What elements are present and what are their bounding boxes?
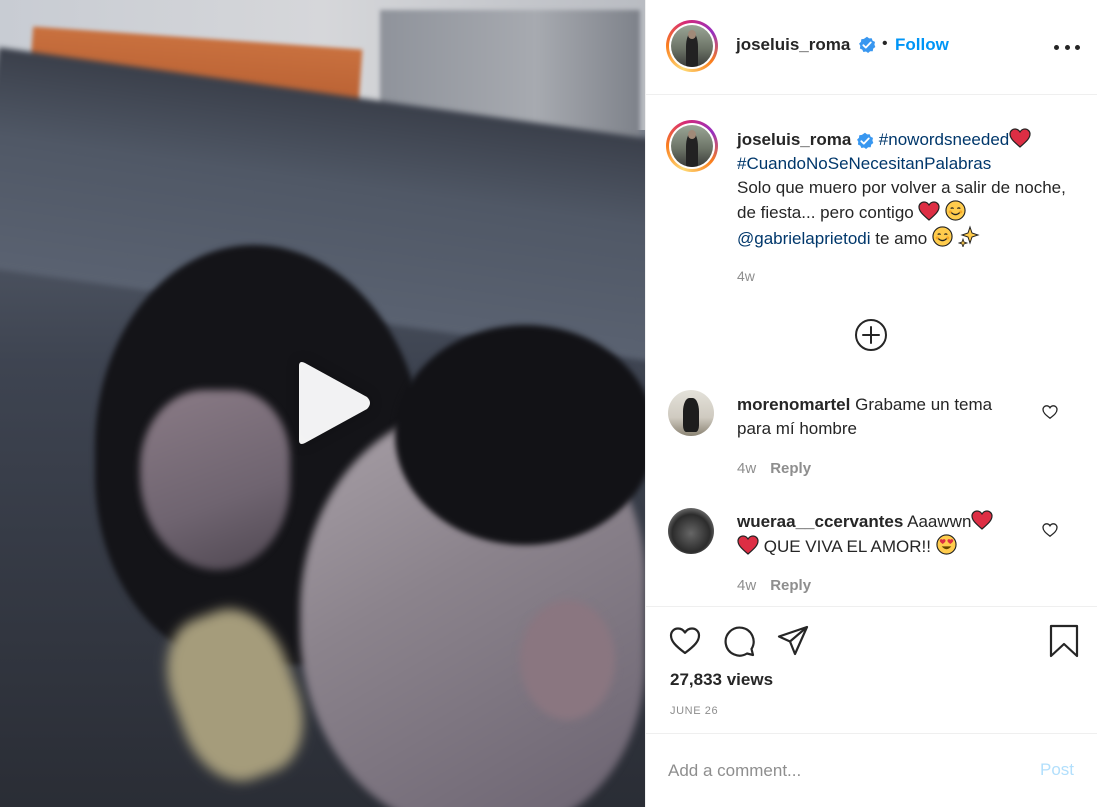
heart-eyes-emoji-icon bbox=[936, 534, 957, 555]
post-date[interactable]: JUNE 26 bbox=[670, 705, 718, 717]
speech-bubble-icon[interactable] bbox=[722, 624, 756, 658]
heart-icon[interactable] bbox=[668, 624, 702, 658]
comment-body: Aaawwn bbox=[907, 512, 972, 531]
follow-button[interactable]: Follow bbox=[895, 35, 949, 55]
caption-text: Solo que muero por volver a salir de noc… bbox=[737, 178, 1066, 222]
post-video[interactable] bbox=[0, 0, 645, 807]
hashtag-link[interactable]: #CuandoNoSeNecesitanPalabras bbox=[737, 154, 991, 173]
video-frame-person bbox=[520, 600, 615, 720]
caption-text: te amo bbox=[875, 229, 928, 248]
paper-plane-icon[interactable] bbox=[776, 624, 810, 658]
verified-badge-icon bbox=[857, 132, 874, 149]
caption-author-avatar[interactable] bbox=[666, 120, 718, 172]
play-button[interactable] bbox=[280, 355, 375, 450]
commenter-username[interactable]: wueraa__ccervantes bbox=[737, 512, 903, 531]
comment-timestamp[interactable]: 4w bbox=[737, 460, 756, 477]
bookmark-icon[interactable] bbox=[1047, 624, 1081, 658]
comment-timestamp[interactable]: 4w bbox=[737, 577, 756, 594]
hashtag-link[interactable]: #nowordsneeded bbox=[879, 130, 1009, 149]
smiling-face-emoji-icon bbox=[945, 200, 966, 221]
post-side-panel: joseluis_roma • Follow joseluis_roma #no… bbox=[645, 0, 1097, 807]
red-heart-emoji-icon bbox=[918, 201, 941, 221]
comment-meta: 4w Reply bbox=[737, 577, 811, 594]
commenter-avatar[interactable] bbox=[668, 508, 714, 554]
add-comment-form: Post bbox=[646, 733, 1097, 807]
comment-text: wueraa__ccervantes Aaawwn QUE VIVA EL AM… bbox=[737, 510, 1027, 559]
mention-link[interactable]: @gabrielaprietodi bbox=[737, 229, 871, 248]
more-options-icon[interactable] bbox=[1054, 36, 1080, 58]
post-header: joseluis_roma • Follow bbox=[646, 0, 1097, 95]
plus-circle-icon[interactable] bbox=[854, 318, 888, 352]
video-frame-person bbox=[395, 325, 645, 545]
comment-input[interactable] bbox=[668, 758, 1008, 784]
separator-dot: • bbox=[882, 35, 888, 52]
post-comment-button[interactable]: Post bbox=[1040, 760, 1074, 780]
post-caption: joseluis_roma #nowordsneeded #CuandoNoSe… bbox=[737, 128, 1067, 251]
view-count[interactable]: 27,833 views bbox=[670, 670, 773, 690]
reply-button[interactable]: Reply bbox=[770, 577, 811, 594]
red-heart-emoji-icon bbox=[971, 510, 994, 530]
author-username[interactable]: joseluis_roma bbox=[736, 35, 850, 55]
smiling-face-emoji-icon bbox=[932, 226, 953, 247]
author-avatar[interactable] bbox=[666, 20, 718, 72]
play-icon bbox=[298, 361, 370, 444]
caption-timestamp[interactable]: 4w bbox=[737, 268, 755, 284]
caption-username[interactable]: joseluis_roma bbox=[737, 130, 851, 149]
verified-badge-icon bbox=[859, 36, 876, 53]
comment-meta: 4w Reply bbox=[737, 460, 811, 477]
heart-icon[interactable] bbox=[1042, 522, 1058, 538]
reply-button[interactable]: Reply bbox=[770, 460, 811, 477]
comment-text: morenomartel Grabame un tema para mí hom… bbox=[737, 393, 1027, 441]
commenter-username[interactable]: morenomartel bbox=[737, 395, 850, 414]
heart-icon[interactable] bbox=[1042, 404, 1058, 420]
post-actions: 27,833 views JUNE 26 bbox=[646, 606, 1097, 732]
red-heart-emoji-icon bbox=[737, 535, 759, 555]
red-heart-emoji-icon bbox=[1009, 128, 1031, 148]
sparkles-emoji-icon bbox=[957, 225, 980, 247]
comment-body: QUE VIVA EL AMOR!! bbox=[763, 537, 931, 556]
commenter-avatar[interactable] bbox=[668, 390, 714, 436]
